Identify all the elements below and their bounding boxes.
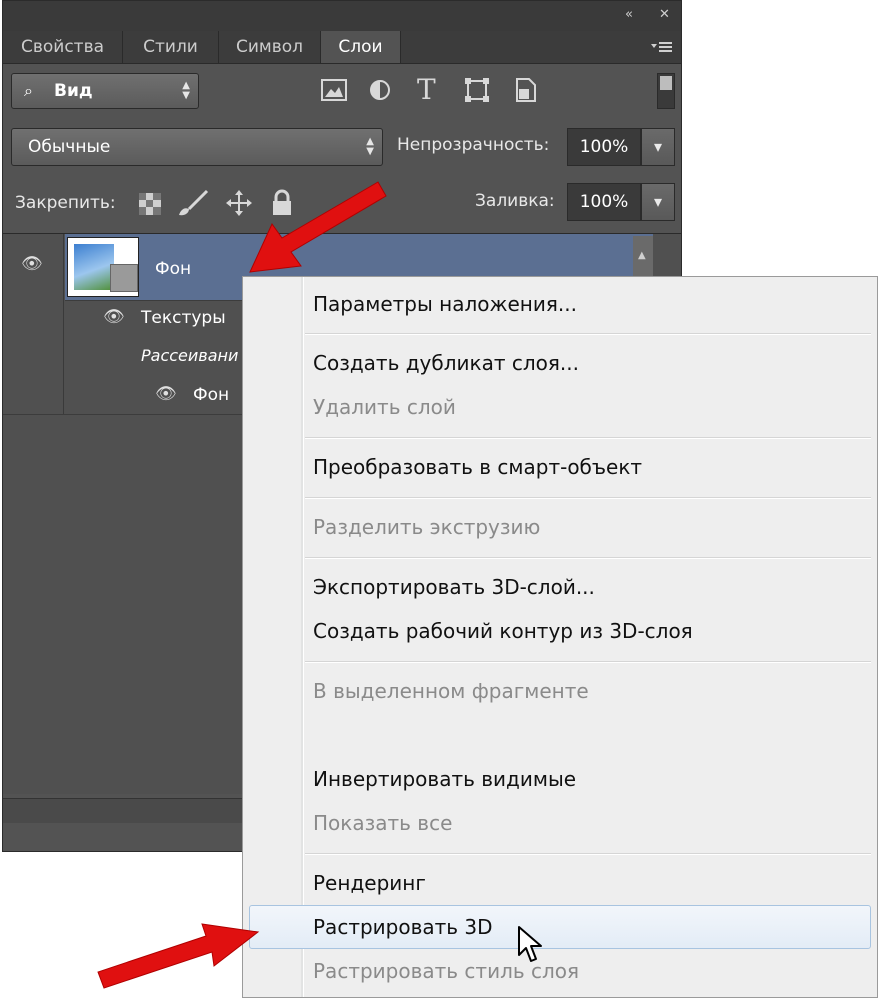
menu-item-duplicate-layer[interactable]: Создать дубликат слоя... [313,348,579,378]
layer-name[interactable]: Текстуры [141,308,226,328]
chevron-down-icon: ▾ [653,137,663,156]
panel-tabs: Свойства Стили Символ Слои [3,31,681,64]
shape-filter-icon[interactable] [465,78,489,102]
menu-separator [305,437,871,439]
search-icon: ⌕ [24,81,33,100]
eye-icon[interactable]: 👁 [103,307,125,327]
tab-styles[interactable]: Стили [123,31,219,63]
panel-title-bar: « ✕ [3,1,681,31]
opacity-dropdown-button[interactable]: ▾ [641,128,675,166]
fill-input[interactable]: 100% [567,183,641,221]
lock-transparent-pixels-icon[interactable] [139,193,161,215]
filter-kind-dropdown[interactable]: ⌕ Вид ▲ ▼ [11,73,199,109]
tab-layers[interactable]: Слои [321,31,401,63]
filter-toggle-switch[interactable] [657,73,675,109]
menu-separator [305,853,871,855]
context-menu: Параметры наложения... Создать дубликат … [242,276,878,998]
filter-toggle-knob [660,76,672,90]
menu-separator [305,333,871,335]
layer-thumbnail[interactable] [67,237,139,297]
thumbnail-image [74,244,114,290]
lock-position-icon[interactable] [225,189,253,217]
fill-dropdown-button[interactable]: ▾ [641,183,675,221]
menu-item-show-all[interactable]: Показать все [313,808,452,838]
blend-mode-dropdown[interactable]: Обычные ▲ ▼ [11,128,383,166]
red-arrow-annotation [97,923,260,989]
menu-item-invert-visible[interactable]: Инвертировать видимые [313,764,576,794]
lock-image-pixels-icon[interactable] [177,189,211,217]
3d-cube-icon [110,264,138,292]
menu-separator [305,661,871,663]
menu-item-render[interactable]: Рендеринг [313,868,426,898]
adjustment-filter-icon[interactable] [369,79,391,101]
chevron-up-icon: ▲ [638,250,646,261]
menu-item-blending-options[interactable]: Параметры наложения... [313,289,577,319]
type-filter-icon[interactable]: T [417,73,436,106]
mouse-cursor-icon [518,926,542,962]
menu-icon-gutter [301,277,304,997]
tab-character[interactable]: Символ [219,31,321,63]
menu-separator [305,497,871,499]
fill-label: Заливка: [475,191,555,211]
blend-mode-value: Обычные [28,137,111,157]
chevron-down-icon: ▾ [653,192,663,211]
image-filter-icon[interactable] [321,79,347,101]
lock-label: Закрепить: [15,193,116,213]
menu-item-rasterize-3d[interactable]: Растрировать 3D [313,912,493,942]
menu-item-export-3d-layer[interactable]: Экспортировать 3D-слой... [313,572,595,602]
filter-kind-label: Вид [54,81,93,101]
scrollbar-thumb[interactable]: ▲ [633,236,653,276]
opacity-label: Непрозрачность: [397,135,550,155]
menu-item-convert-smart-object[interactable]: Преобразовать в смарт-объект [313,452,642,482]
double-chevron-icon[interactable]: « [625,7,633,22]
menu-separator [305,557,871,559]
panel-menu-icon[interactable] [649,39,673,55]
menu-item-delete-layer[interactable]: Удалить слой [313,392,456,422]
layer-name[interactable]: Фон [193,385,229,405]
eye-icon[interactable]: 👁 [21,254,43,274]
lock-all-icon[interactable] [271,189,293,217]
menu-item-work-path-from-3d[interactable]: Создать рабочий контур из 3D-слоя [313,616,693,646]
opacity-input[interactable]: 100% [567,128,641,166]
layer-name[interactable]: Фон [155,259,191,279]
menu-item-split-extrusion[interactable]: Разделить экструзию [313,512,540,542]
smart-object-filter-icon[interactable] [513,77,537,103]
tab-properties[interactable]: Свойства [3,31,123,63]
eye-icon[interactable]: 👁 [155,384,177,404]
layer-name[interactable]: Рассеивани [141,346,238,365]
updown-arrows-icon: ▲ ▼ [182,80,190,101]
menu-item-in-selection[interactable]: В выделенном фрагменте [313,676,589,706]
updown-arrows-icon: ▲ ▼ [366,136,374,157]
close-icon[interactable]: ✕ [659,7,670,22]
